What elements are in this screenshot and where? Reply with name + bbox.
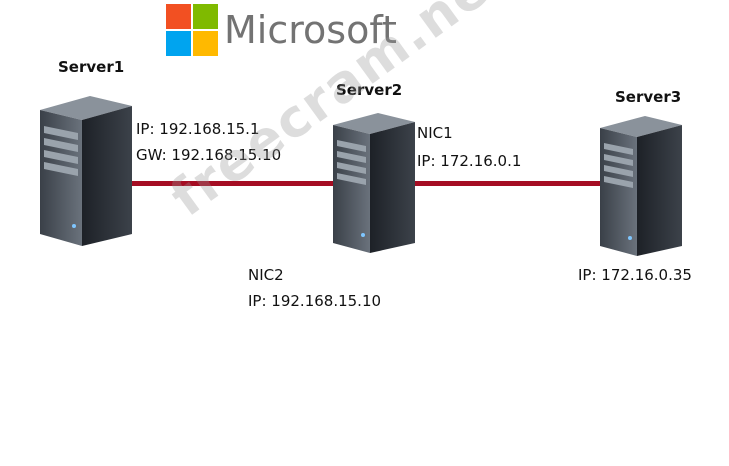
server2-icon [333,113,415,253]
logo-square-green [193,4,218,29]
server2-nic1-ip-label: IP: 172.16.0.1 [417,152,522,170]
server3-name: Server3 [615,88,682,106]
logo-square-yellow [193,31,218,56]
server1-icon [40,96,132,246]
logo-square-blue [166,31,191,56]
microsoft-logo-squares [166,4,218,56]
server2-nic2-label: NIC2 [248,266,284,284]
link-server2-server3 [405,181,610,186]
server3-icon [600,116,682,256]
server1-name: Server1 [58,58,125,76]
server2-nic2-ip-label: IP: 192.168.15.10 [248,292,382,310]
server2-nic1-label: NIC1 [417,124,453,142]
logo-square-red [166,4,191,29]
server3-ip-label: IP: 172.16.0.35 [578,266,692,284]
